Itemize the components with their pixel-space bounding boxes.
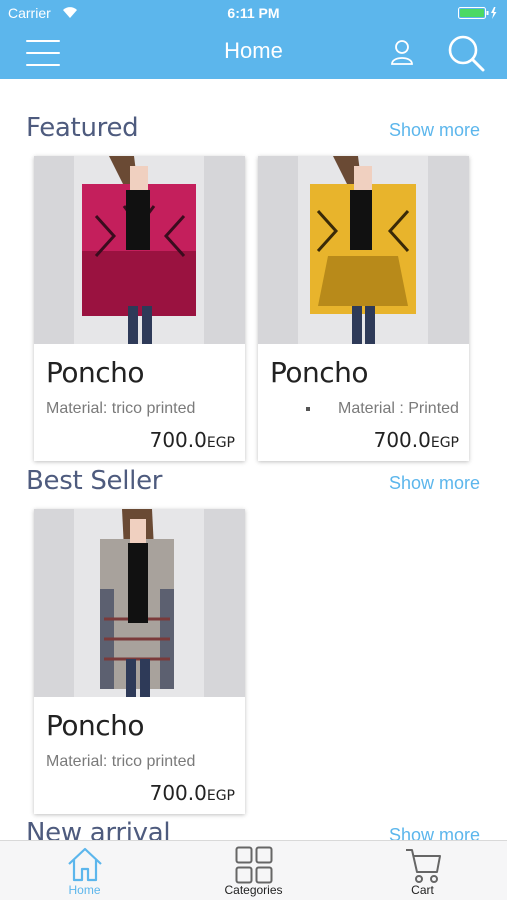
header: Carrier 6:11 PM Home [0,0,507,79]
product-price: 700.0EGP [150,781,235,805]
product-image [34,509,245,697]
tab-home[interactable]: Home [0,841,169,900]
product-card[interactable]: Poncho Material: trico printed 700.0EGP [34,156,245,461]
status-bar: Carrier 6:11 PM [0,0,507,28]
tab-label: Categories [224,883,283,897]
price-currency: EGP [206,435,235,451]
tab-categories[interactable]: Categories [169,841,338,900]
product-name: Poncho [46,709,145,742]
product-price: 700.0EGP [374,428,459,452]
grid-icon [235,846,273,884]
product-description: Material: trico printed [46,400,196,417]
product-image [258,156,469,344]
price-currency: EGP [206,788,235,804]
user-icon[interactable] [390,39,414,65]
product-description: Material : Printed trico [338,400,458,417]
tab-label: Cart [411,883,434,897]
status-time: 6:11 PM [227,5,280,21]
product-description: Material: trico printed [46,753,196,770]
menu-icon[interactable] [26,40,60,66]
battery-icon [458,7,497,19]
featured-show-more-link[interactable]: Show more [389,120,480,141]
product-name: Poncho [270,356,369,389]
best-seller-show-more-link[interactable]: Show more [389,473,480,494]
product-card[interactable]: Poncho Material : Printed trico 700.0EGP [258,156,469,461]
app-screen: Carrier 6:11 PM Home Featured Show more … [0,0,507,900]
product-card[interactable]: Poncho Material: trico printed 700.0EGP [34,509,245,814]
new-arrival-show-more-link[interactable]: Show more [389,825,480,840]
tab-label: Home [68,883,101,897]
product-price: 700.0EGP [150,428,235,452]
bullet-icon [306,407,310,411]
price-value: 700.0 [149,781,207,805]
page-title: Home [224,38,283,63]
cart-icon [406,849,441,883]
price-value: 700.0 [373,428,431,452]
section-title-best-seller: Best Seller [26,466,163,496]
price-value: 700.0 [149,428,207,452]
home-icon [68,847,102,882]
nav-bar: Home [0,28,507,79]
tab-cart[interactable]: Cart [338,841,507,900]
search-icon[interactable] [447,34,485,72]
section-title-featured: Featured [26,113,139,143]
product-name: Poncho [46,356,145,389]
price-currency: EGP [430,435,459,451]
section-title-new-arrival: New arrival [26,818,171,840]
home-feed[interactable]: Featured Show more Poncho Material: tric… [0,79,507,840]
tab-bar: Home Categories Cart [0,840,507,900]
product-image [34,156,245,344]
